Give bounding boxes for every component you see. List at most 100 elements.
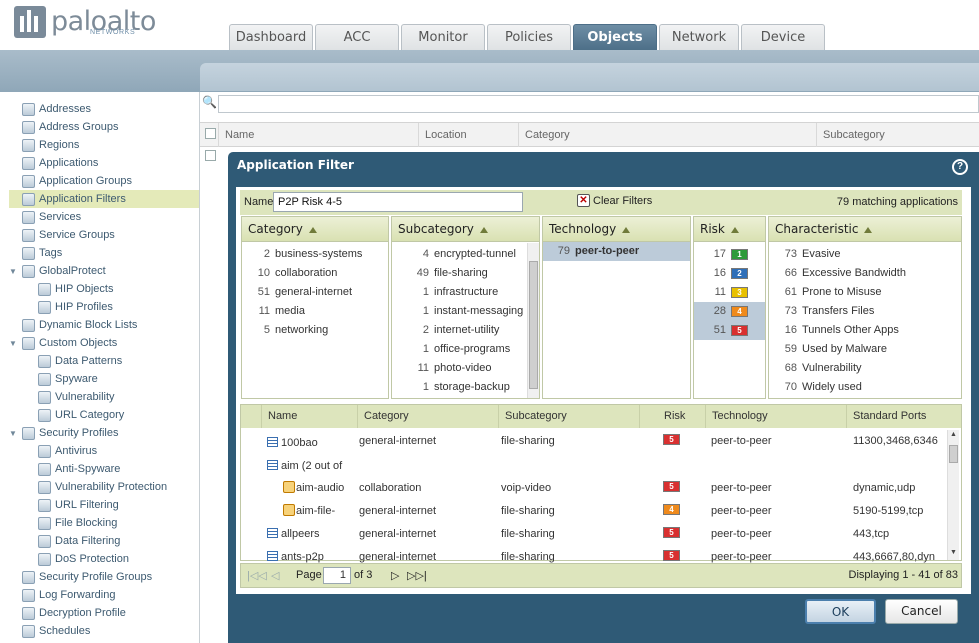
- col-subcategory[interactable]: Subcategory: [816, 123, 979, 147]
- sidebar-item-url-filtering[interactable]: URL Filtering: [38, 496, 199, 514]
- subcategory-filter-item[interactable]: 49 file-sharing: [392, 264, 539, 283]
- table-row[interactable]: allpeers general-internet file-sharing peer…: [241, 524, 946, 547]
- help-icon[interactable]: ?: [952, 159, 968, 175]
- sidebar-item-application-filters[interactable]: Application Filters: [9, 190, 199, 208]
- scroll-down-icon[interactable]: ▼: [950, 549, 957, 556]
- tab-monitor[interactable]: Monitor: [401, 24, 485, 50]
- sidebar-item-url-category[interactable]: URL Category: [38, 406, 199, 424]
- table-row[interactable]: aim (2 out of: [241, 456, 946, 479]
- sidebar-item-address-groups[interactable]: Address Groups: [9, 118, 199, 136]
- subcategory-filter-header[interactable]: Subcategory: [392, 217, 539, 242]
- subcategory-scrollbar[interactable]: [527, 243, 539, 398]
- subcategory-scroll-thumb[interactable]: [529, 261, 538, 389]
- technology-filter-item[interactable]: 79 peer-to-peer: [543, 242, 690, 261]
- sidebar-item-vulnerability[interactable]: Vulnerability: [38, 388, 199, 406]
- expand-icon[interactable]: ▼: [9, 429, 18, 438]
- sidebar-item-regions[interactable]: Regions: [9, 136, 199, 154]
- scroll-up-icon[interactable]: ▲: [950, 431, 957, 438]
- table-row[interactable]: 100bao general-internet file-sharing peer-t…: [241, 431, 946, 454]
- page-number-input[interactable]: 1: [323, 567, 351, 584]
- row-checkbox[interactable]: [205, 150, 216, 161]
- applications-scroll-thumb[interactable]: [949, 445, 958, 463]
- sidebar-item-anti-spyware[interactable]: Anti-Spyware: [38, 460, 199, 478]
- category-filter-header[interactable]: Category: [242, 217, 388, 242]
- tab-dashboard[interactable]: Dashboard: [229, 24, 313, 50]
- characteristic-filter-header[interactable]: Characteristic: [769, 217, 961, 242]
- sidebar-item-vulnerability-protection[interactable]: Vulnerability Protection: [38, 478, 199, 496]
- expand-icon[interactable]: ▼: [9, 339, 18, 348]
- first-page-icon[interactable]: |◁◁: [247, 569, 267, 582]
- applications-scrollbar[interactable]: ▲ ▼: [947, 430, 959, 560]
- subcategory-filter-item[interactable]: 1 office-programs: [392, 340, 539, 359]
- tab-device[interactable]: Device: [741, 24, 825, 50]
- sidebar-item-tags[interactable]: Tags: [9, 244, 199, 262]
- next-page-icon[interactable]: ▷: [391, 569, 399, 582]
- sidebar-item-service-groups[interactable]: Service Groups: [9, 226, 199, 244]
- sidebar-item-spyware[interactable]: Spyware: [38, 370, 199, 388]
- col-name[interactable]: Name: [218, 123, 418, 147]
- sidebar-item-security-profiles[interactable]: ▼ Security Profiles: [9, 424, 199, 442]
- characteristic-filter-item[interactable]: 66 Excessive Bandwidth: [769, 264, 961, 283]
- col-app-category[interactable]: Category: [357, 405, 498, 428]
- sidebar-item-data-patterns[interactable]: Data Patterns: [38, 352, 199, 370]
- characteristic-filter-item[interactable]: 68 Vulnerability: [769, 359, 961, 378]
- subcategory-filter-item[interactable]: 2 internet-utility: [392, 321, 539, 340]
- risk-filter-item[interactable]: 11 3: [694, 283, 765, 302]
- col-location[interactable]: Location: [418, 123, 518, 147]
- subcategory-filter-item[interactable]: 11 photo-video: [392, 359, 539, 378]
- col-app-name[interactable]: Name: [261, 405, 357, 428]
- category-filter-item[interactable]: 10 collaboration: [242, 264, 388, 283]
- col-app-ports[interactable]: Standard Ports: [846, 405, 961, 428]
- category-filter-item[interactable]: 2 business-systems: [242, 245, 388, 264]
- sidebar-item-hip-profiles[interactable]: HIP Profiles: [38, 298, 199, 316]
- characteristic-filter-item[interactable]: 59 Used by Malware: [769, 340, 961, 359]
- col-app-risk[interactable]: Risk: [639, 405, 705, 428]
- app-name-cell[interactable]: aim-file-: [283, 501, 355, 521]
- subcategory-filter-item[interactable]: 1 instant-messaging: [392, 302, 539, 321]
- clear-filters-button[interactable]: ✕ Clear Filters: [577, 194, 652, 207]
- sidebar-item-application-groups[interactable]: Application Groups: [9, 172, 199, 190]
- table-row[interactable]: aim-audio collaboration voip-video peer-to-…: [241, 478, 946, 501]
- tab-acc[interactable]: ACC: [315, 24, 399, 50]
- sidebar-item-dos-protection[interactable]: DoS Protection: [38, 550, 199, 568]
- sidebar-item-data-filtering[interactable]: Data Filtering: [38, 532, 199, 550]
- risk-filter-item[interactable]: 28 4: [694, 302, 765, 321]
- tab-objects[interactable]: Objects: [573, 24, 657, 50]
- characteristic-filter-item[interactable]: 73 Evasive: [769, 245, 961, 264]
- subcategory-filter-item[interactable]: 4 encrypted-tunnel: [392, 245, 539, 264]
- sidebar-item-globalprotect[interactable]: ▼ GlobalProtect: [9, 262, 199, 280]
- sidebar-item-applications[interactable]: Applications: [9, 154, 199, 172]
- category-filter-item[interactable]: 5 networking: [242, 321, 388, 340]
- sidebar-item-services[interactable]: Services: [9, 208, 199, 226]
- sidebar-item-antivirus[interactable]: Antivirus: [38, 442, 199, 460]
- sidebar-item-file-blocking[interactable]: File Blocking: [38, 514, 199, 532]
- prev-page-icon[interactable]: ◁: [271, 569, 279, 582]
- sidebar-item-dynamic-block-lists[interactable]: Dynamic Block Lists: [9, 316, 199, 334]
- ok-button[interactable]: OK: [805, 599, 876, 624]
- characteristic-filter-item[interactable]: 70 Widely used: [769, 378, 961, 397]
- risk-filter-item[interactable]: 51 5: [694, 321, 765, 340]
- tab-network[interactable]: Network: [659, 24, 739, 50]
- sidebar-item-custom-objects[interactable]: ▼ Custom Objects: [9, 334, 199, 352]
- subcategory-filter-item[interactable]: 1 infrastructure: [392, 283, 539, 302]
- sidebar-item-addresses[interactable]: Addresses: [9, 100, 199, 118]
- sidebar-item-schedules[interactable]: Schedules: [9, 622, 199, 640]
- subcategory-filter-item[interactable]: 1 storage-backup: [392, 378, 539, 397]
- sidebar-item-decryption-profile[interactable]: Decryption Profile: [9, 604, 199, 622]
- tab-policies[interactable]: Policies: [487, 24, 571, 50]
- app-name-cell[interactable]: allpeers: [267, 524, 355, 544]
- app-name-cell[interactable]: 100bao: [267, 433, 355, 453]
- characteristic-filter-item[interactable]: 61 Prone to Misuse: [769, 283, 961, 302]
- table-row[interactable]: aim-file-general-internet file-sharing pee…: [241, 501, 946, 524]
- category-filter-item[interactable]: 11 media: [242, 302, 388, 321]
- app-name-cell[interactable]: aim (2 out of: [267, 456, 355, 476]
- characteristic-filter-item[interactable]: 73 Transfers Files: [769, 302, 961, 321]
- search-input[interactable]: [218, 95, 979, 113]
- sidebar-item-hip-objects[interactable]: HIP Objects: [38, 280, 199, 298]
- category-filter-item[interactable]: 51 general-internet: [242, 283, 388, 302]
- expand-icon[interactable]: ▼: [9, 267, 18, 276]
- col-category[interactable]: Category: [518, 123, 816, 147]
- last-page-icon[interactable]: ▷▷|: [407, 569, 427, 582]
- characteristic-filter-item[interactable]: 16 Tunnels Other Apps: [769, 321, 961, 340]
- col-app-subcategory[interactable]: Subcategory: [498, 405, 639, 428]
